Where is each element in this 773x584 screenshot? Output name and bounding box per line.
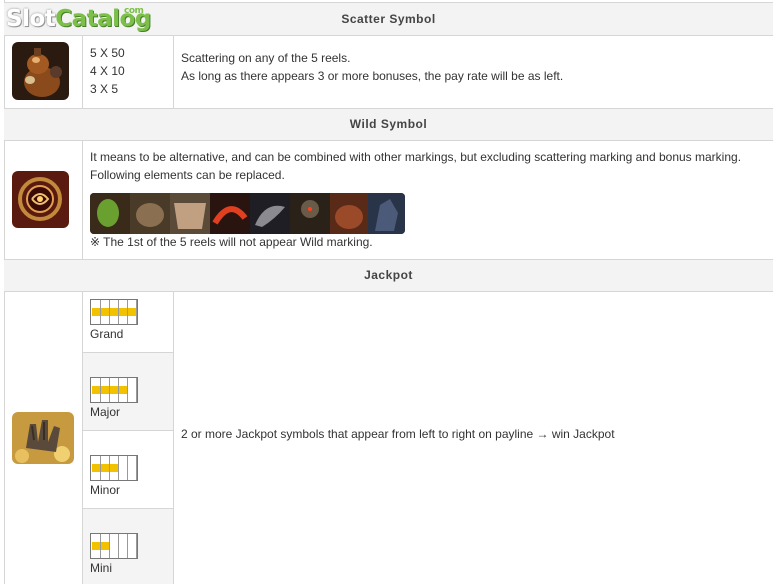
divider	[82, 36, 83, 108]
scatter-desc-line1: Scattering on any of the 5 reels.	[181, 51, 351, 65]
wild-desc-line2: Following elements can be replaced.	[90, 168, 285, 182]
scatter-pay-5: 5 X 50	[90, 46, 125, 60]
jackpot-header: Jackpot	[4, 259, 773, 292]
divider	[173, 292, 174, 584]
minor-level-grid	[90, 455, 138, 481]
divider	[83, 352, 173, 353]
slotcatalog-logo[interactable]: SlotCatalog com	[6, 6, 151, 32]
divider	[83, 430, 173, 431]
divider	[82, 292, 83, 584]
minor-label: Minor	[90, 483, 121, 497]
wild-ring-icon	[12, 171, 69, 228]
grid-cell	[127, 300, 137, 324]
grid-cell	[127, 534, 137, 558]
grand-label: Grand	[90, 327, 124, 341]
divider	[173, 36, 174, 108]
jackpot-hand-icon	[12, 412, 74, 464]
grid-cell	[127, 456, 137, 480]
wild-desc-line1: It means to be alternative, and can be c…	[90, 150, 742, 164]
grand-level-grid	[90, 299, 138, 325]
scatter-desc-line2: As long as there appears 3 or more bonus…	[181, 69, 564, 83]
replaceable-symbols-strip	[90, 193, 405, 234]
major-level-grid	[90, 377, 138, 403]
scatter-pay-3: 3 X 5	[90, 82, 119, 96]
scatter-pay-4: 4 X 10	[90, 64, 125, 78]
mini-label: Mini	[90, 561, 113, 575]
scatter-gourd-icon	[12, 42, 69, 100]
jackpot-desc: 2 or more Jackpot symbols that appear fr…	[181, 427, 615, 441]
divider	[83, 508, 173, 509]
grid-cell	[127, 378, 137, 402]
major-label: Major	[90, 405, 121, 419]
mini-level-grid	[90, 533, 138, 559]
divider	[82, 141, 83, 259]
wild-header: Wild Symbol	[4, 108, 773, 141]
wild-note: ※ The 1st of the 5 reels will not appear…	[90, 235, 373, 249]
